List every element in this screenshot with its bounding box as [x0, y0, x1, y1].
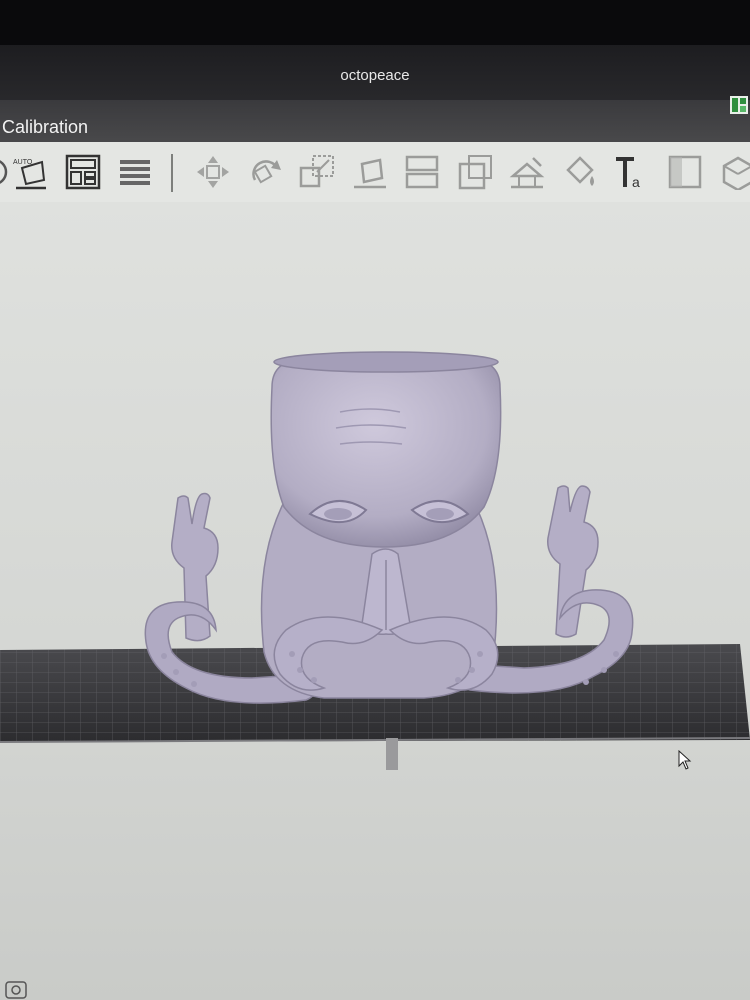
camera-icon — [5, 981, 27, 999]
color-paint-button[interactable] — [560, 152, 600, 192]
view-reset-button[interactable] — [2, 980, 30, 1000]
rotate-button[interactable] — [245, 152, 285, 192]
lay-on-face-button[interactable] — [350, 152, 390, 192]
scale-icon — [299, 155, 334, 188]
calibration-menu[interactable]: Calibration — [2, 117, 88, 138]
split-button[interactable] — [402, 152, 442, 192]
3d-viewport[interactable] — [0, 202, 750, 1000]
auto-orient-icon: AUTO — [13, 159, 46, 190]
cut-button[interactable] — [455, 152, 495, 192]
support-paint-button[interactable] — [507, 152, 547, 192]
lay-on-face-icon — [354, 158, 386, 189]
scale-button[interactable] — [297, 152, 337, 192]
cube-button[interactable] — [716, 152, 750, 192]
seam-button[interactable] — [665, 152, 705, 192]
support-paint-icon — [509, 157, 545, 189]
text-icon: a — [616, 157, 640, 190]
seam-icon — [668, 155, 702, 189]
rotate-icon — [252, 160, 281, 184]
monitor-bezel — [0, 0, 750, 45]
color-paint-icon — [566, 156, 594, 186]
move-button[interactable] — [193, 152, 233, 192]
menu-bar: Calibration — [0, 100, 750, 146]
window-titlebar: octopeace — [0, 45, 750, 107]
arrange-icon — [65, 154, 101, 190]
layers-list-icon — [120, 160, 150, 185]
mouse-cursor-icon — [678, 749, 692, 775]
scene-render — [0, 351, 750, 770]
cut-icon — [458, 155, 492, 190]
svg-text:a: a — [632, 174, 640, 190]
auto-orient-button[interactable]: AUTO — [10, 152, 50, 192]
toolbar: AUTO a — [0, 142, 750, 203]
window-title: octopeace — [340, 67, 410, 84]
arrange-button[interactable] — [63, 152, 103, 192]
brand-icon — [730, 96, 748, 114]
text-tool-button[interactable]: a — [612, 152, 652, 192]
cube-icon — [722, 156, 750, 190]
move-icon — [197, 156, 229, 188]
toolbar-divider — [171, 154, 173, 192]
layers-list-button[interactable] — [115, 152, 155, 192]
split-icon — [405, 155, 439, 189]
